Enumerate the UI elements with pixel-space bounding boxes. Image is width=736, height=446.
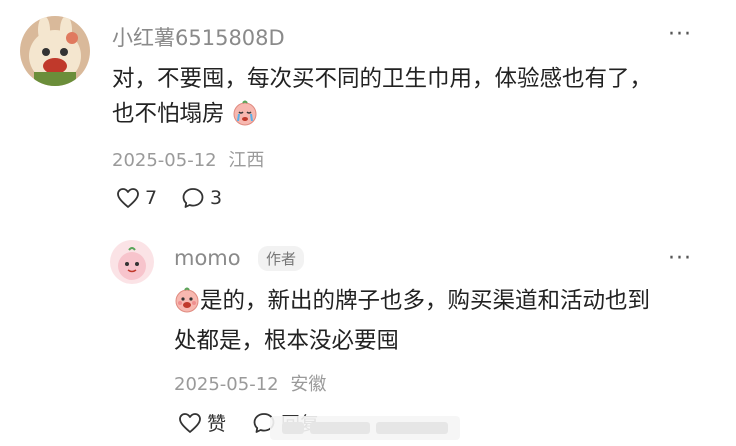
reply-text-line: 是的，新出的牌子也多，购买渠道和活动也到 <box>174 284 714 324</box>
reply-text-line-1: 是的，新出的牌子也多，购买渠道和活动也到 <box>200 288 651 314</box>
like-button[interactable]: 赞 <box>178 409 226 436</box>
reply-date: 2025-05-12 <box>174 374 279 395</box>
comment-text-line: 对，不要囤，每次买不同的卫生巾用，体验感也有了， <box>112 66 653 92</box>
username[interactable]: 小红薯6515808D <box>112 22 285 52</box>
watermark-overlay <box>270 416 460 440</box>
avatar[interactable] <box>20 16 90 86</box>
like-button[interactable]: 7 <box>116 187 157 209</box>
shy-emoji-icon <box>174 287 200 324</box>
reply-meta: 2025-05-12 安徽 <box>174 370 326 396</box>
reply-item: momo 作者 ··· 是的，新出的牌子也多，购买渠道和活动也到 处都是，根本没… <box>0 230 736 446</box>
chat-bubble-icon <box>182 188 204 208</box>
reply-text-line-2: 处都是，根本没必要囤 <box>174 328 400 354</box>
reply-button[interactable]: 3 <box>181 187 222 209</box>
like-label: 赞 <box>207 413 227 435</box>
more-options-icon[interactable]: ··· <box>668 246 692 271</box>
avatar[interactable] <box>110 240 154 284</box>
crying-emoji-icon <box>232 100 258 137</box>
username[interactable]: momo <box>174 246 241 270</box>
like-count: 7 <box>145 187 158 209</box>
reply-text: 是的，新出的牌子也多，购买渠道和活动也到 处都是，根本没必要囤 <box>174 284 714 359</box>
comment-text-line: 也不怕塌房 <box>112 97 712 137</box>
comment-date: 2025-05-12 <box>112 150 217 171</box>
author-badge: 作者 <box>258 246 305 271</box>
reply-count: 3 <box>210 187 223 209</box>
heart-icon <box>117 188 139 208</box>
comment-location: 江西 <box>228 150 265 171</box>
heart-icon <box>179 412 201 433</box>
reply-location: 安徽 <box>290 374 327 395</box>
comment-meta: 2025-05-12 江西 <box>112 146 264 172</box>
comment-text: 对，不要囤，每次买不同的卫生巾用，体验感也有了， 也不怕塌房 <box>112 62 712 137</box>
comment-item: 小红薯6515808D ··· 对，不要囤，每次买不同的卫生巾用，体验感也有了，… <box>0 0 736 230</box>
comment-text-line-2: 也不怕塌房 <box>112 101 225 127</box>
more-options-icon[interactable]: ··· <box>668 22 692 47</box>
